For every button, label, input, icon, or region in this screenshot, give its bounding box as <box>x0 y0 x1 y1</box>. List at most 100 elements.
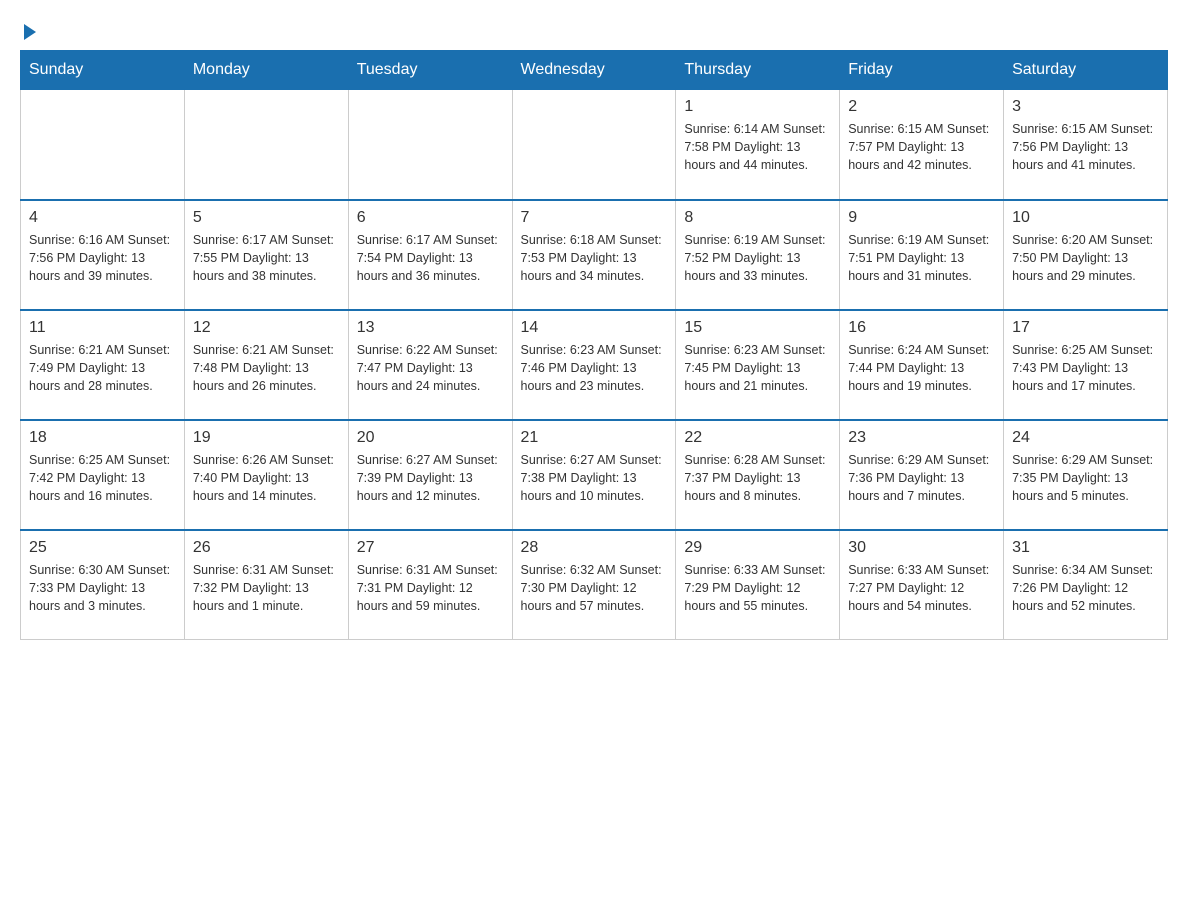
day-info: Sunrise: 6:29 AM Sunset: 7:35 PM Dayligh… <box>1012 451 1159 505</box>
day-info: Sunrise: 6:23 AM Sunset: 7:45 PM Dayligh… <box>684 341 831 395</box>
logo <box>20 20 36 40</box>
calendar-week-row: 1 Sunrise: 6:14 AM Sunset: 7:58 PM Daylig… <box>21 90 1168 200</box>
calendar-cell: 25 Sunrise: 6:30 AM Sunset: 7:33 PM Dayli… <box>21 530 185 640</box>
day-info: Sunrise: 6:15 AM Sunset: 7:57 PM Dayligh… <box>848 120 995 174</box>
day-number: 6 <box>357 209 504 227</box>
weekday-header: Tuesday <box>348 51 512 90</box>
day-info: Sunrise: 6:15 AM Sunset: 7:56 PM Dayligh… <box>1012 120 1159 174</box>
day-number: 29 <box>684 539 831 557</box>
day-number: 12 <box>193 319 340 337</box>
calendar-cell: 14 Sunrise: 6:23 AM Sunset: 7:46 PM Dayli… <box>512 310 676 420</box>
day-info: Sunrise: 6:32 AM Sunset: 7:30 PM Dayligh… <box>521 561 668 615</box>
day-info: Sunrise: 6:34 AM Sunset: 7:26 PM Dayligh… <box>1012 561 1159 615</box>
calendar-cell: 27 Sunrise: 6:31 AM Sunset: 7:31 PM Dayli… <box>348 530 512 640</box>
day-info: Sunrise: 6:21 AM Sunset: 7:48 PM Dayligh… <box>193 341 340 395</box>
calendar-cell: 21 Sunrise: 6:27 AM Sunset: 7:38 PM Dayli… <box>512 420 676 530</box>
day-number: 20 <box>357 429 504 447</box>
calendar-cell: 15 Sunrise: 6:23 AM Sunset: 7:45 PM Dayli… <box>676 310 840 420</box>
day-number: 19 <box>193 429 340 447</box>
day-info: Sunrise: 6:19 AM Sunset: 7:51 PM Dayligh… <box>848 231 995 285</box>
calendar-cell: 22 Sunrise: 6:28 AM Sunset: 7:37 PM Dayli… <box>676 420 840 530</box>
day-number: 24 <box>1012 429 1159 447</box>
day-number: 26 <box>193 539 340 557</box>
day-info: Sunrise: 6:33 AM Sunset: 7:29 PM Dayligh… <box>684 561 831 615</box>
day-info: Sunrise: 6:33 AM Sunset: 7:27 PM Dayligh… <box>848 561 995 615</box>
calendar-cell: 31 Sunrise: 6:34 AM Sunset: 7:26 PM Dayli… <box>1004 530 1168 640</box>
day-number: 30 <box>848 539 995 557</box>
calendar-cell <box>21 90 185 200</box>
weekday-header: Saturday <box>1004 51 1168 90</box>
day-info: Sunrise: 6:22 AM Sunset: 7:47 PM Dayligh… <box>357 341 504 395</box>
calendar-cell: 1 Sunrise: 6:14 AM Sunset: 7:58 PM Daylig… <box>676 90 840 200</box>
calendar-cell: 17Sunrise: 6:25 AM Sunset: 7:43 PM Dayli… <box>1004 310 1168 420</box>
day-info: Sunrise: 6:31 AM Sunset: 7:31 PM Dayligh… <box>357 561 504 615</box>
day-info: Sunrise: 6:25 AM Sunset: 7:43 PM Dayligh… <box>1012 341 1159 395</box>
day-info: Sunrise: 6:27 AM Sunset: 7:39 PM Dayligh… <box>357 451 504 505</box>
calendar-week-row: 11 Sunrise: 6:21 AM Sunset: 7:49 PM Dayli… <box>21 310 1168 420</box>
day-info: Sunrise: 6:17 AM Sunset: 7:54 PM Dayligh… <box>357 231 504 285</box>
weekday-header: Wednesday <box>512 51 676 90</box>
calendar-cell: 30 Sunrise: 6:33 AM Sunset: 7:27 PM Dayli… <box>840 530 1004 640</box>
day-info: Sunrise: 6:18 AM Sunset: 7:53 PM Dayligh… <box>521 231 668 285</box>
day-number: 5 <box>193 209 340 227</box>
day-number: 3 <box>1012 98 1159 116</box>
day-info: Sunrise: 6:23 AM Sunset: 7:46 PM Dayligh… <box>521 341 668 395</box>
day-info: Sunrise: 6:20 AM Sunset: 7:50 PM Dayligh… <box>1012 231 1159 285</box>
calendar-week-row: 4 Sunrise: 6:16 AM Sunset: 7:56 PM Daylig… <box>21 200 1168 310</box>
calendar-cell: 16Sunrise: 6:24 AM Sunset: 7:44 PM Dayli… <box>840 310 1004 420</box>
page-header <box>20 20 1168 40</box>
day-number: 15 <box>684 319 831 337</box>
day-number: 27 <box>357 539 504 557</box>
day-info: Sunrise: 6:17 AM Sunset: 7:55 PM Dayligh… <box>193 231 340 285</box>
calendar-cell: 8 Sunrise: 6:19 AM Sunset: 7:52 PM Daylig… <box>676 200 840 310</box>
weekday-header-row: SundayMondayTuesdayWednesdayThursdayFrid… <box>21 51 1168 90</box>
calendar-cell: 10 Sunrise: 6:20 AM Sunset: 7:50 PM Dayli… <box>1004 200 1168 310</box>
day-info: Sunrise: 6:30 AM Sunset: 7:33 PM Dayligh… <box>29 561 176 615</box>
day-info: Sunrise: 6:26 AM Sunset: 7:40 PM Dayligh… <box>193 451 340 505</box>
day-number: 11 <box>29 319 176 337</box>
calendar-week-row: 25 Sunrise: 6:30 AM Sunset: 7:33 PM Dayli… <box>21 530 1168 640</box>
day-number: 21 <box>521 429 668 447</box>
day-info: Sunrise: 6:25 AM Sunset: 7:42 PM Dayligh… <box>29 451 176 505</box>
calendar-week-row: 18 Sunrise: 6:25 AM Sunset: 7:42 PM Dayli… <box>21 420 1168 530</box>
calendar-cell: 20 Sunrise: 6:27 AM Sunset: 7:39 PM Dayli… <box>348 420 512 530</box>
day-number: 8 <box>684 209 831 227</box>
day-number: 10 <box>1012 209 1159 227</box>
calendar-cell: 4 Sunrise: 6:16 AM Sunset: 7:56 PM Daylig… <box>21 200 185 310</box>
day-number: 25 <box>29 539 176 557</box>
day-info: Sunrise: 6:19 AM Sunset: 7:52 PM Dayligh… <box>684 231 831 285</box>
calendar-cell <box>512 90 676 200</box>
day-number: 31 <box>1012 539 1159 557</box>
weekday-header: Thursday <box>676 51 840 90</box>
calendar-cell: 9 Sunrise: 6:19 AM Sunset: 7:51 PM Daylig… <box>840 200 1004 310</box>
calendar-table: SundayMondayTuesdayWednesdayThursdayFrid… <box>20 50 1168 640</box>
day-number: 18 <box>29 429 176 447</box>
calendar-cell: 5 Sunrise: 6:17 AM Sunset: 7:55 PM Daylig… <box>184 200 348 310</box>
logo-arrow-icon <box>24 24 36 40</box>
calendar-cell: 11 Sunrise: 6:21 AM Sunset: 7:49 PM Dayli… <box>21 310 185 420</box>
weekday-header: Monday <box>184 51 348 90</box>
day-info: Sunrise: 6:27 AM Sunset: 7:38 PM Dayligh… <box>521 451 668 505</box>
day-number: 13 <box>357 319 504 337</box>
day-number: 7 <box>521 209 668 227</box>
calendar-cell <box>348 90 512 200</box>
day-info: Sunrise: 6:28 AM Sunset: 7:37 PM Dayligh… <box>684 451 831 505</box>
day-info: Sunrise: 6:31 AM Sunset: 7:32 PM Dayligh… <box>193 561 340 615</box>
weekday-header: Sunday <box>21 51 185 90</box>
calendar-cell: 29 Sunrise: 6:33 AM Sunset: 7:29 PM Dayli… <box>676 530 840 640</box>
day-info: Sunrise: 6:14 AM Sunset: 7:58 PM Dayligh… <box>684 120 831 174</box>
day-number: 14 <box>521 319 668 337</box>
day-info: Sunrise: 6:21 AM Sunset: 7:49 PM Dayligh… <box>29 341 176 395</box>
day-number: 2 <box>848 98 995 116</box>
day-number: 22 <box>684 429 831 447</box>
calendar-cell: 12 Sunrise: 6:21 AM Sunset: 7:48 PM Dayli… <box>184 310 348 420</box>
day-number: 28 <box>521 539 668 557</box>
calendar-cell: 23Sunrise: 6:29 AM Sunset: 7:36 PM Dayli… <box>840 420 1004 530</box>
calendar-cell: 3 Sunrise: 6:15 AM Sunset: 7:56 PM Daylig… <box>1004 90 1168 200</box>
day-info: Sunrise: 6:16 AM Sunset: 7:56 PM Dayligh… <box>29 231 176 285</box>
day-number: 9 <box>848 209 995 227</box>
day-number: 1 <box>684 98 831 116</box>
calendar-cell: 28 Sunrise: 6:32 AM Sunset: 7:30 PM Dayli… <box>512 530 676 640</box>
day-number: 4 <box>29 209 176 227</box>
day-number: 23 <box>848 429 995 447</box>
